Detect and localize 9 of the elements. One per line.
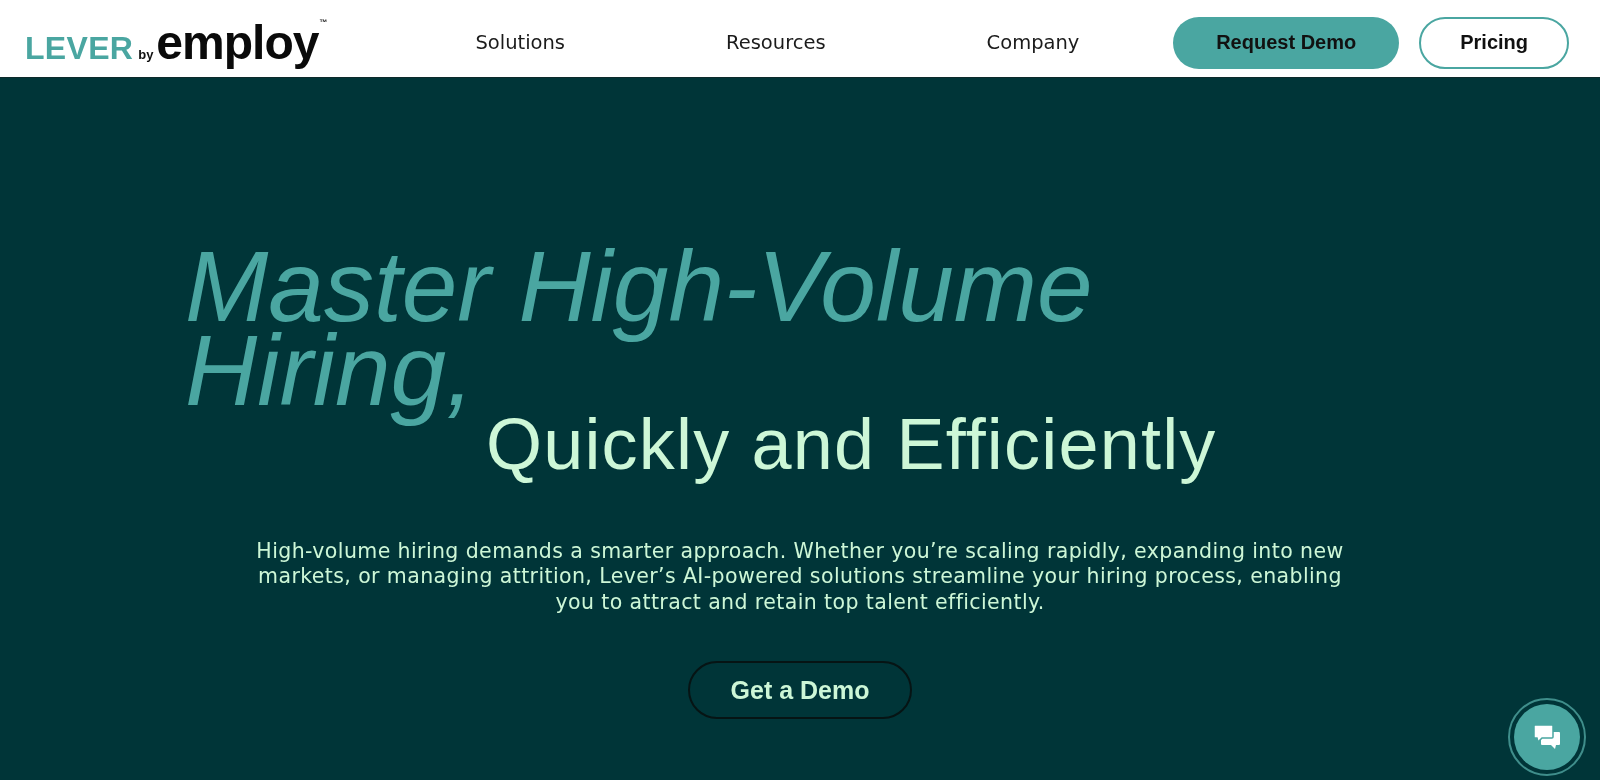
nav-link[interactable]: Solutions (475, 31, 565, 54)
nav-link[interactable]: Resources (726, 31, 826, 54)
hero-description: High-volume hiring demands a smarter approach. Whether you’re scaling rapidly, expanding into new markets, or managing attrition, Lever’s AI-powered solutions streamline your hiring process, enabling you to attract and retain top talent efficiently. (255, 538, 1345, 616)
outline-button[interactable]: Pricing (1419, 16, 1569, 69)
chat-bubbles-icon (1533, 724, 1561, 750)
get-demo-button[interactable]: Get a Demo (687, 661, 913, 720)
nav-link[interactable]: Company (986, 31, 1080, 54)
logo[interactable]: LEVER by employ™ (25, 18, 328, 67)
primary-button[interactable]: Request Demo (1173, 16, 1400, 69)
